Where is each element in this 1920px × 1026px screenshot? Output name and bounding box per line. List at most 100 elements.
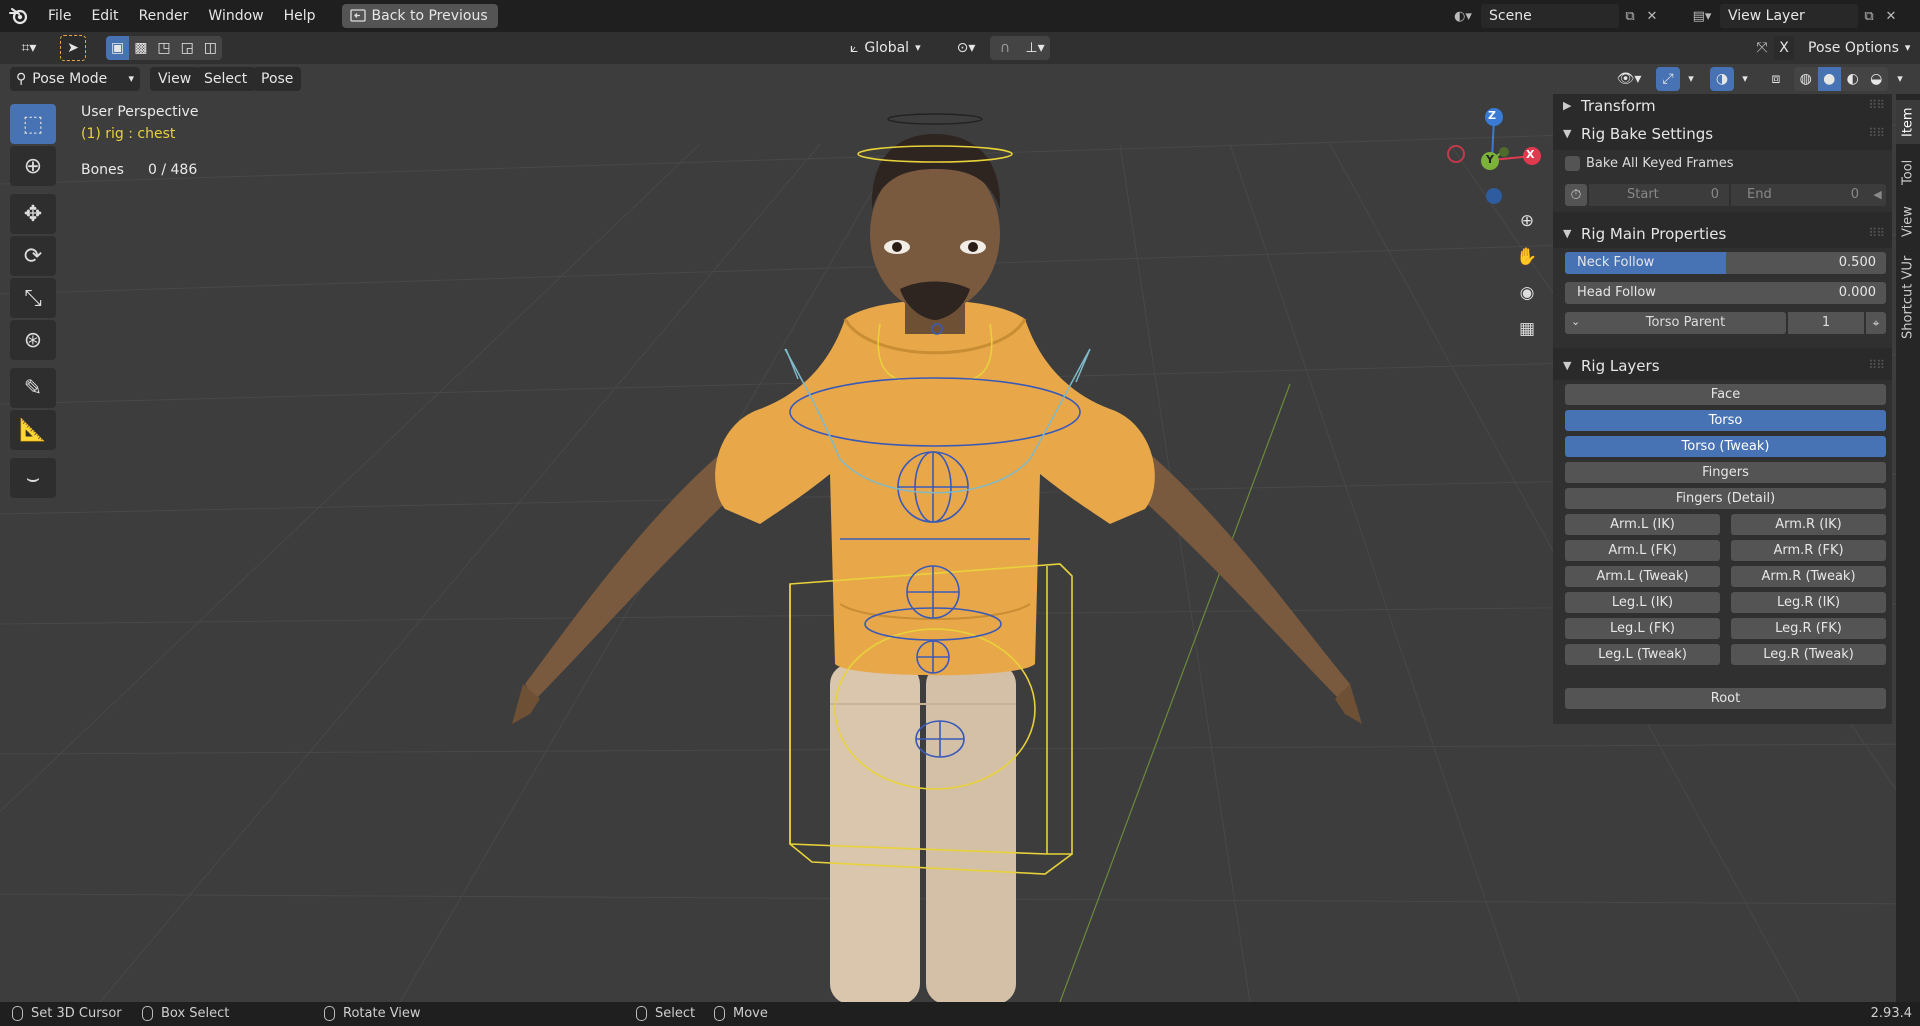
menu-window[interactable]: Window: [198, 0, 273, 32]
pose-x-mirror-toggle[interactable]: X: [1774, 36, 1794, 60]
zoom-icon[interactable]: ⊕: [1512, 206, 1542, 236]
overlays-icon[interactable]: ◑: [1710, 67, 1734, 91]
snap-magnet-icon[interactable]: ∩: [990, 36, 1020, 60]
select-new-icon[interactable]: ▣: [106, 36, 130, 60]
scene-name-field[interactable]: Scene: [1481, 4, 1619, 28]
transform-panel-header[interactable]: ▶ Transform ⠿⠿: [1553, 94, 1892, 120]
layer-torso-button[interactable]: Torso: [1565, 410, 1886, 431]
transform-orientation-dropdown[interactable]: ⟀ Global ▾: [844, 36, 940, 60]
rig-layers-header[interactable]: ▼ Rig Layers ⠿⠿: [1553, 354, 1892, 380]
new-view-layer-icon[interactable]: ⧉: [1858, 5, 1880, 27]
back-to-previous-button[interactable]: Back to Previous: [341, 4, 498, 28]
move-tool-icon[interactable]: ✥: [10, 194, 56, 234]
mode-dropdown[interactable]: ⚲ Pose Mode ▾: [10, 67, 140, 91]
shading-options-chevron-icon[interactable]: ▾: [1890, 67, 1910, 91]
select-invert-icon[interactable]: ◲: [176, 36, 199, 60]
relax-pose-tool-icon[interactable]: ⌣: [10, 458, 56, 498]
layer-leg-l-fk-button[interactable]: Leg.L (FK): [1565, 618, 1720, 639]
grip-icon[interactable]: ⠿⠿: [1868, 358, 1885, 372]
camera-icon[interactable]: ◉: [1512, 278, 1542, 308]
cursor-tool-icon[interactable]: ⊕: [10, 146, 56, 186]
layer-leg-l-ik-button[interactable]: Leg.L (IK): [1565, 592, 1720, 613]
gizmo-toggle-icon[interactable]: ⤢: [1656, 67, 1680, 91]
layer-root-button[interactable]: Root: [1565, 688, 1886, 709]
layer-torso-tweak-button[interactable]: Torso (Tweak): [1565, 436, 1886, 457]
tab-shortcut-vur[interactable]: Shortcut VUr: [1896, 252, 1920, 342]
select-intersect-icon[interactable]: ◫: [199, 36, 222, 60]
ortho-grid-icon[interactable]: ▦: [1512, 314, 1542, 344]
visibility-eye-icon[interactable]: 👁▾: [1612, 67, 1646, 91]
material-shading-icon[interactable]: ◐: [1841, 67, 1865, 91]
menu-help[interactable]: Help: [274, 0, 326, 32]
neck-follow-slider[interactable]: Neck Follow 0.500: [1565, 252, 1886, 274]
layer-arm-r-ik-button[interactable]: Arm.R (IK): [1731, 514, 1886, 535]
select-extend-icon[interactable]: ▩: [129, 36, 152, 60]
pose-options-mirror-icon[interactable]: ⤧: [1752, 36, 1772, 60]
grip-icon[interactable]: ⠿⠿: [1868, 126, 1885, 140]
view-layer-icon[interactable]: ▤▾: [1684, 5, 1720, 27]
menu-render[interactable]: Render: [129, 0, 199, 32]
new-scene-icon[interactable]: ⧉: [1619, 5, 1641, 27]
rotate-tool-icon[interactable]: ⟳: [10, 236, 56, 276]
layer-arm-l-ik-button[interactable]: Arm.L (IK): [1565, 514, 1720, 535]
editor-type-icon[interactable]: ⌗▾: [10, 36, 48, 60]
eyedropper-icon[interactable]: ⌖: [1866, 312, 1886, 334]
tab-view[interactable]: View: [1896, 200, 1920, 244]
bake-action-icon[interactable]: ◀: [1869, 184, 1886, 206]
blender-logo-icon[interactable]: [0, 0, 38, 32]
tab-item[interactable]: Item: [1896, 100, 1920, 144]
torso-parent-dropdown[interactable]: ⌄ Torso Parent: [1565, 312, 1786, 334]
tweak-select-tool-icon[interactable]: ⬚: [10, 104, 56, 144]
menu-pose[interactable]: Pose: [253, 67, 302, 91]
rendered-shading-icon[interactable]: ◒: [1865, 67, 1889, 91]
gizmo-neg-z-axis[interactable]: [1486, 188, 1502, 204]
delete-scene-icon[interactable]: ✕: [1641, 5, 1663, 27]
layer-leg-l-tweak-button[interactable]: Leg.L (Tweak): [1565, 644, 1720, 665]
layer-arm-r-tweak-button[interactable]: Arm.R (Tweak): [1731, 566, 1886, 587]
tab-tool[interactable]: Tool: [1896, 150, 1920, 194]
pose-options-dropdown[interactable]: Pose Options ▾: [1800, 36, 1914, 60]
xray-toggle-icon[interactable]: ⧈: [1764, 67, 1788, 91]
solid-shading-icon[interactable]: ●: [1817, 67, 1841, 91]
layer-leg-r-fk-button[interactable]: Leg.R (FK): [1731, 618, 1886, 639]
annotate-tool-icon[interactable]: ✎: [10, 368, 56, 408]
menu-select[interactable]: Select: [196, 67, 256, 91]
layer-leg-r-tweak-button[interactable]: Leg.R (Tweak): [1731, 644, 1886, 665]
scene-icon[interactable]: ◐▾: [1445, 5, 1481, 27]
stopwatch-icon[interactable]: ⏱: [1565, 184, 1587, 206]
menu-file[interactable]: File: [38, 0, 81, 32]
layer-fingers-detail-button[interactable]: Fingers (Detail): [1565, 488, 1886, 509]
delete-view-layer-icon[interactable]: ✕: [1880, 5, 1902, 27]
bake-end-field[interactable]: End 0: [1731, 184, 1869, 206]
transform-tool-icon[interactable]: ⊛: [10, 320, 56, 360]
wireframe-shading-icon[interactable]: ◍: [1794, 67, 1818, 91]
layer-arm-l-tweak-button[interactable]: Arm.L (Tweak): [1565, 566, 1720, 587]
layer-face-button[interactable]: Face: [1565, 384, 1886, 405]
gizmo-neg-x-axis[interactable]: [1447, 145, 1465, 163]
pivot-point-icon[interactable]: ⊙▾: [948, 36, 984, 60]
rig-main-properties-header[interactable]: ▼ Rig Main Properties ⠿⠿: [1553, 222, 1892, 248]
layer-leg-r-ik-button[interactable]: Leg.R (IK): [1731, 592, 1886, 613]
scale-tool-icon[interactable]: ⤡: [10, 278, 56, 318]
chevron-down-icon[interactable]: ▾: [1680, 67, 1702, 91]
bake-all-checkbox[interactable]: [1565, 156, 1580, 171]
layer-arm-l-fk-button[interactable]: Arm.L (FK): [1565, 540, 1720, 561]
torso-parent-value[interactable]: 1: [1788, 312, 1864, 334]
measure-tool-icon[interactable]: 📐: [10, 410, 56, 450]
pan-hand-icon[interactable]: ✋: [1512, 242, 1542, 272]
view-layer-name-field[interactable]: View Layer: [1720, 4, 1858, 28]
head-follow-slider[interactable]: Head Follow 0.000: [1565, 282, 1886, 304]
layer-arm-r-fk-button[interactable]: Arm.R (FK): [1731, 540, 1886, 561]
snap-target-icon[interactable]: ⊥▾: [1020, 36, 1050, 60]
select-subtract-icon[interactable]: ◳: [152, 36, 175, 60]
chevron-down-icon[interactable]: ▾: [1734, 67, 1756, 91]
layer-fingers-button[interactable]: Fingers: [1565, 462, 1886, 483]
select-tool-icon[interactable]: ➤: [60, 35, 86, 61]
bake-start-field[interactable]: Start 0: [1589, 184, 1729, 206]
rig-bake-panel-header[interactable]: ▼ Rig Bake Settings ⠿⠿: [1553, 122, 1892, 148]
bake-all-checkbox-row[interactable]: Bake All Keyed Frames: [1565, 156, 1734, 171]
menu-edit[interactable]: Edit: [81, 0, 128, 32]
grip-icon[interactable]: ⠿⠿: [1868, 226, 1885, 240]
menu-view[interactable]: View: [150, 67, 200, 91]
grip-icon[interactable]: ⠿⠿: [1868, 98, 1885, 112]
